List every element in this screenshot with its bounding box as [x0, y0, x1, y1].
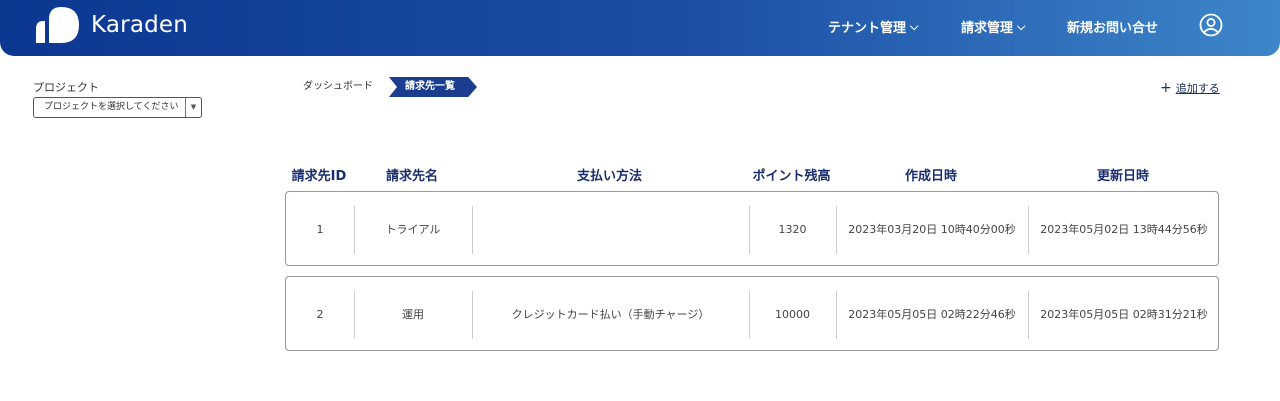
nav-tenant-label: テナント管理 [828, 20, 907, 36]
cell-updated: 2023年05月05日 02時31分21秒 [1040, 308, 1208, 321]
col-header-name: 請求先名 [385, 169, 438, 184]
col-header-payment: 支払い方法 [576, 169, 642, 184]
user-circle-icon[interactable] [1199, 13, 1223, 37]
col-header-updated: 更新日時 [1096, 169, 1149, 184]
nav-inquiry-link[interactable]: 新規お問い合せ [1067, 0, 1158, 52]
breadcrumb-current: 請求先一覧 [389, 77, 477, 97]
cell-created: 2023年03月20日 10時40分00秒 [848, 223, 1016, 236]
col-header-id: 請求先ID [291, 169, 347, 184]
add-button[interactable]: + 追加する [1160, 80, 1220, 96]
breadcrumb: ダッシュボード 請求先一覧 [285, 77, 477, 97]
column-divider [1028, 206, 1029, 254]
cell-payment: クレジットカード払い（手動チャージ） [511, 308, 710, 321]
column-divider [836, 291, 837, 339]
dropdown-arrow-icon: ▼ [185, 98, 201, 117]
nav-billing-menu[interactable]: 請求管理 ⌵ [961, 0, 1025, 52]
cell-id: 2 [316, 308, 324, 321]
nav-tenant-menu[interactable]: テナント管理 ⌵ [828, 0, 918, 52]
cell-id: 1 [316, 223, 324, 236]
cell-updated: 2023年05月02日 13時44分56秒 [1040, 223, 1208, 236]
cell-name: トライアル [385, 223, 441, 236]
brand-logo[interactable]: Karaden [35, 7, 188, 43]
brand-name: Karaden [91, 12, 189, 38]
cell-created: 2023年05月05日 02時22分46秒 [848, 308, 1016, 321]
nav-billing-label: 請求管理 [961, 20, 1014, 36]
project-label: プロジェクト [33, 81, 99, 94]
table-row[interactable]: 2 運用 クレジットカード払い（手動チャージ） 10000 2023年05月05… [285, 276, 1219, 351]
nav-inquiry-label: 新規お問い合せ [1067, 20, 1159, 36]
cell-name: 運用 [402, 308, 424, 321]
cell-points: 10000 [775, 308, 810, 321]
col-header-points: ポイント残高 [752, 169, 831, 184]
cell-points: 1320 [778, 223, 807, 236]
column-divider [836, 206, 837, 254]
top-header: Karaden テナント管理 ⌵ 請求管理 ⌵ 新規お問い合せ [0, 0, 1280, 56]
table-row[interactable]: 1 トライアル 1320 2023年03月20日 10時40分00秒 2023年… [285, 191, 1219, 266]
project-select[interactable]: プロジェクトを選択してください ▼ [33, 97, 202, 118]
col-header-created: 作成日時 [904, 169, 957, 184]
breadcrumb-dashboard[interactable]: ダッシュボード [285, 77, 393, 97]
plus-icon: + [1160, 80, 1172, 96]
column-divider [1028, 291, 1029, 339]
add-button-label: 追加する [1175, 82, 1220, 95]
chevron-down-icon: ⌵ [910, 20, 919, 33]
chevron-down-icon: ⌵ [1017, 20, 1026, 33]
project-select-value: プロジェクトを選択してください [44, 102, 179, 112]
karaden-logo-icon [36, 7, 79, 43]
cell-payment [472, 206, 749, 254]
